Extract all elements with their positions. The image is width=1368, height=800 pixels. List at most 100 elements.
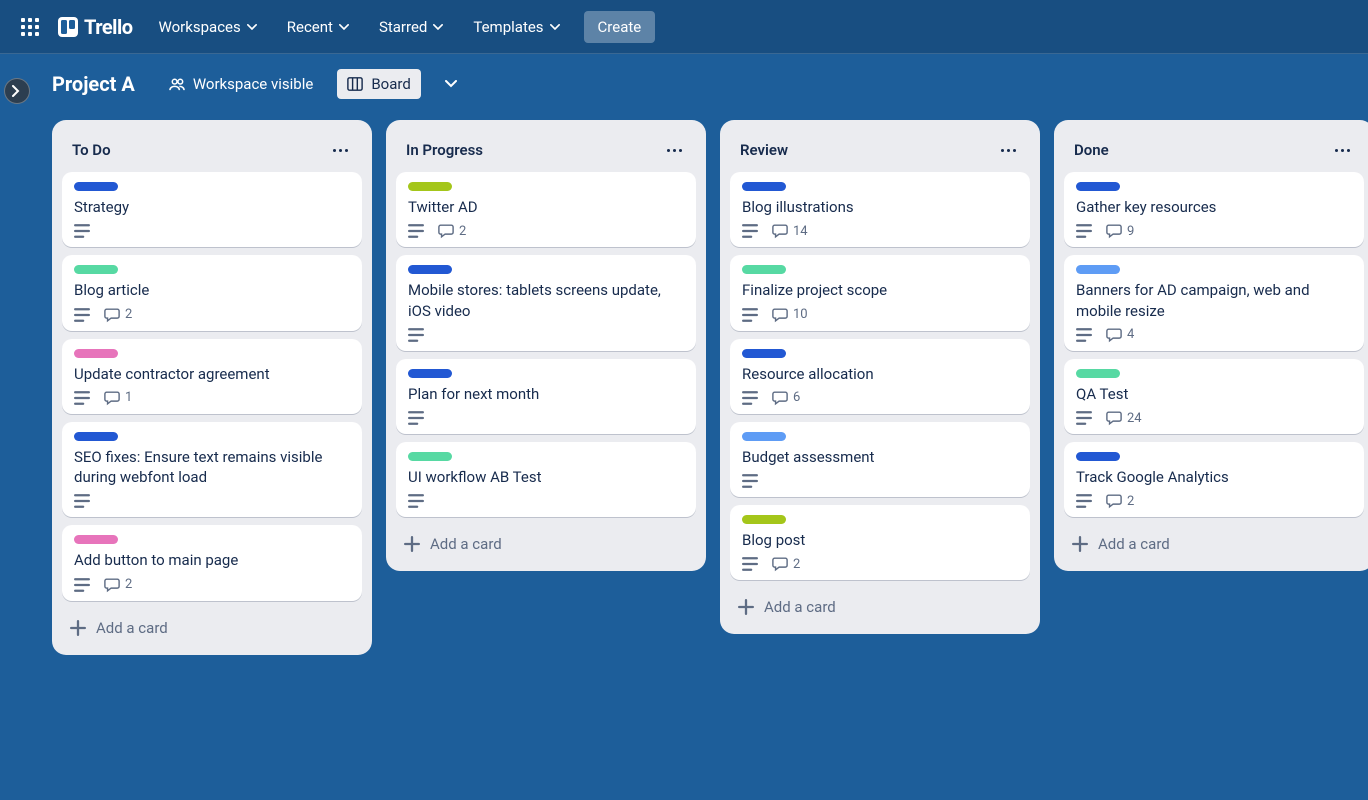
card[interactable]: Track Google Analytics2 [1064, 442, 1364, 517]
comments-count: 6 [793, 390, 800, 405]
chevron-down-icon [339, 24, 349, 30]
card-label[interactable] [1076, 452, 1120, 461]
comments-count: 2 [125, 577, 132, 592]
card-label[interactable] [742, 515, 786, 524]
list-title[interactable]: To Do [72, 141, 111, 159]
card-badges: 2 [408, 223, 684, 239]
add-card-button[interactable]: Add a card [394, 527, 698, 561]
card-label[interactable] [742, 432, 786, 441]
card[interactable]: Add button to main page 2 [62, 525, 362, 600]
card[interactable]: Finalize project scope10 [730, 255, 1030, 330]
list-actions-button[interactable] [994, 138, 1022, 162]
card[interactable]: Gather key resources9 [1064, 172, 1364, 247]
view-switcher-dropdown[interactable] [435, 68, 467, 100]
card-label[interactable] [408, 182, 452, 191]
list-title[interactable]: Review [740, 141, 788, 159]
description-badge [408, 410, 424, 426]
card[interactable]: Twitter AD2 [396, 172, 696, 247]
card-label[interactable] [74, 432, 118, 441]
board-canvas[interactable]: To Do Strategy Blog article2 Update contrac… [16, 114, 1368, 788]
card[interactable]: Mobile stores: tablets screens update, i… [396, 255, 696, 351]
comment-icon [1106, 223, 1122, 239]
list-title[interactable]: In Progress [406, 141, 483, 159]
visibility-button[interactable]: Workspace visible [159, 69, 324, 99]
sidebar-expand-button[interactable] [4, 78, 30, 104]
card[interactable]: Update contractor agreement1 [62, 339, 362, 414]
card-badges [74, 223, 350, 239]
description-icon [408, 223, 424, 239]
card[interactable]: Banners for AD campaign, web and mobile … [1064, 255, 1364, 351]
card-label[interactable] [74, 349, 118, 358]
card-title: Finalize project scope [742, 280, 1018, 300]
card-label[interactable] [1076, 265, 1120, 274]
add-card-button[interactable]: Add a card [60, 611, 364, 645]
card[interactable]: UI workflow AB Test [396, 442, 696, 517]
comments-count: 2 [459, 224, 466, 239]
plus-icon [738, 599, 754, 615]
card-badges: 2 [742, 556, 1018, 572]
card-badges: 24 [1076, 410, 1352, 426]
card[interactable]: QA Test24 [1064, 359, 1364, 434]
card[interactable]: Strategy [62, 172, 362, 247]
view-switcher-board[interactable]: Board [337, 69, 420, 99]
description-icon [742, 473, 758, 489]
card-label[interactable] [408, 452, 452, 461]
card-label[interactable] [408, 265, 452, 274]
board-header: Project A Workspace visible Board [16, 54, 1368, 114]
card-label[interactable] [408, 369, 452, 378]
comment-icon [104, 307, 120, 323]
chevron-down-icon [247, 24, 257, 30]
plus-icon [1072, 536, 1088, 552]
description-icon [74, 307, 90, 323]
list-title[interactable]: Done [1074, 141, 1109, 159]
people-icon [169, 76, 185, 92]
card-label[interactable] [74, 182, 118, 191]
description-badge [408, 327, 424, 343]
card-badges: 4 [1076, 327, 1352, 343]
description-badge [1076, 223, 1092, 239]
board-title[interactable]: Project A [52, 72, 135, 96]
card-label[interactable] [74, 265, 118, 274]
card[interactable]: Blog post2 [730, 505, 1030, 580]
list-actions-button[interactable] [1328, 138, 1356, 162]
description-icon [1076, 493, 1092, 509]
add-card-button[interactable]: Add a card [1062, 527, 1366, 561]
list: To Do Strategy Blog article2 Update contrac… [52, 120, 372, 655]
nav-workspaces[interactable]: Workspaces [147, 12, 269, 42]
apps-grid-icon [21, 18, 39, 36]
add-card-button[interactable]: Add a card [728, 590, 1032, 624]
list-actions-button[interactable] [660, 138, 688, 162]
card-title: Add button to main page [74, 550, 350, 570]
card[interactable]: Plan for next month [396, 359, 696, 434]
comments-count: 9 [1127, 224, 1134, 239]
trello-logo-text: Trello [84, 15, 133, 39]
description-badge [742, 473, 758, 489]
card-badges: 9 [1076, 223, 1352, 239]
card-label[interactable] [74, 535, 118, 544]
comment-icon [1106, 493, 1122, 509]
card-label[interactable] [1076, 369, 1120, 378]
card[interactable]: Resource allocation6 [730, 339, 1030, 414]
card-label[interactable] [1076, 182, 1120, 191]
nav-starred[interactable]: Starred [367, 12, 455, 42]
description-icon [742, 223, 758, 239]
card[interactable]: SEO fixes: Ensure text remains visible d… [62, 422, 362, 518]
comment-icon [104, 577, 120, 593]
list-actions-button[interactable] [326, 138, 354, 162]
card[interactable]: Budget assessment [730, 422, 1030, 497]
card[interactable]: Blog illustrations14 [730, 172, 1030, 247]
create-button[interactable]: Create [584, 11, 656, 43]
card-label[interactable] [742, 349, 786, 358]
nav-recent[interactable]: Recent [275, 12, 361, 42]
card[interactable]: Blog article2 [62, 255, 362, 330]
nav-templates[interactable]: Templates [461, 12, 571, 42]
card-badges [742, 473, 1018, 489]
app-switcher-button[interactable] [14, 11, 46, 43]
card-title: Budget assessment [742, 447, 1018, 467]
card-label[interactable] [742, 182, 786, 191]
comments-badge: 6 [772, 390, 800, 406]
card-label[interactable] [742, 265, 786, 274]
add-card-label: Add a card [96, 619, 168, 637]
trello-logo[interactable]: Trello [58, 15, 133, 39]
comments-badge: 2 [438, 223, 466, 239]
